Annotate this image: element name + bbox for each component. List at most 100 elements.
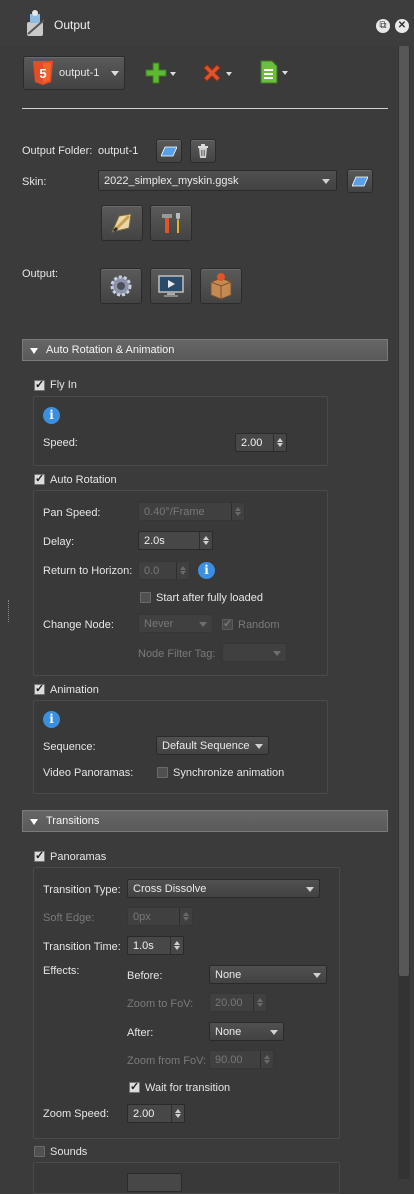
- tools-icon: [162, 213, 180, 233]
- zoom-to-fov-spinbox[interactable]: 20.00: [209, 993, 267, 1012]
- spin-up-icon[interactable]: [175, 1109, 181, 1113]
- after-effect-select[interactable]: None: [209, 1022, 284, 1041]
- soft-edge-value: 0px: [133, 911, 151, 923]
- change-node-select[interactable]: Never: [138, 614, 213, 633]
- start-after-loaded-checkbox[interactable]: [140, 592, 151, 603]
- trash-icon: [198, 144, 208, 158]
- zoom-to-fov-value: 20.00: [215, 997, 243, 1009]
- spin-up-icon[interactable]: [180, 566, 186, 570]
- pan-speed-value: 0.40°/Frame: [144, 506, 205, 518]
- spin-up-icon[interactable]: [174, 941, 180, 945]
- info-icon[interactable]: i: [43, 711, 60, 728]
- splitter-handle[interactable]: [8, 600, 11, 622]
- output-select-button[interactable]: 5 output-1: [23, 56, 125, 90]
- spin-down-icon[interactable]: [175, 1114, 181, 1118]
- sounds-spinbox[interactable]: [127, 1173, 182, 1192]
- return-to-horizon-spinbox[interactable]: 0.0: [138, 561, 190, 580]
- spin-divider: [260, 1051, 261, 1068]
- delay-value: 2.0s: [144, 535, 165, 547]
- sounds-checkbox[interactable]: [34, 1146, 45, 1157]
- package-button[interactable]: [200, 268, 242, 304]
- sequence-select[interactable]: Default Sequence: [156, 736, 269, 755]
- fly-in-speed-value: 2.00: [241, 437, 263, 449]
- green-document-icon: [260, 60, 278, 84]
- auto-rotation-label: Auto Rotation: [50, 474, 117, 486]
- spin-down-icon[interactable]: [257, 1003, 263, 1007]
- sequence-value: Default Sequence: [162, 740, 250, 752]
- info-icon[interactable]: i: [198, 562, 215, 579]
- delete-folder-button[interactable]: [190, 139, 216, 163]
- transition-time-value: 1.0s: [133, 940, 154, 952]
- add-output-button[interactable]: [143, 60, 177, 86]
- spin-down-icon[interactable]: [203, 541, 209, 545]
- before-effect-value: None: [215, 969, 242, 981]
- spin-down-icon[interactable]: [183, 917, 189, 921]
- document-menu-button[interactable]: [257, 58, 291, 86]
- info-icon[interactable]: i: [43, 407, 60, 424]
- spin-up-icon[interactable]: [235, 507, 241, 511]
- zoom-speed-label: Zoom Speed:: [43, 1108, 110, 1120]
- skin-select[interactable]: 2022_simplex_myskin.ggsk: [98, 170, 337, 191]
- folder-icon: [352, 176, 368, 187]
- spin-up-icon[interactable]: [277, 438, 283, 442]
- spin-up-icon[interactable]: [257, 998, 263, 1002]
- scrollbar-thumb[interactable]: [399, 46, 409, 976]
- soft-edge-spinbox[interactable]: 0px: [127, 907, 193, 926]
- section-title: Transitions: [46, 815, 100, 827]
- auto-rotation-checkbox[interactable]: [34, 472, 45, 485]
- spin-up-icon[interactable]: [264, 1055, 270, 1059]
- fly-in-speed-label: Speed:: [43, 437, 78, 449]
- float-window-icon[interactable]: ⧉: [376, 19, 390, 33]
- random-checkbox[interactable]: [222, 617, 233, 630]
- zoom-from-fov-spinbox[interactable]: 90.00: [209, 1050, 274, 1069]
- node-filter-tag-label: Node Filter Tag:: [138, 648, 216, 660]
- package-icon: [210, 273, 232, 300]
- panoramas-checkbox[interactable]: [34, 849, 45, 862]
- chevron-down-icon: [226, 72, 232, 76]
- close-window-icon[interactable]: ✕: [395, 19, 409, 33]
- animation-checkbox[interactable]: [34, 682, 45, 695]
- zoom-from-fov-value: 90.00: [215, 1054, 243, 1066]
- transition-type-select[interactable]: Cross Dissolve: [127, 879, 320, 898]
- preview-button[interactable]: [150, 268, 192, 304]
- node-filter-tag-select[interactable]: [222, 643, 287, 662]
- pan-speed-label: Pan Speed:: [43, 507, 101, 519]
- browse-folder-button[interactable]: [156, 139, 182, 163]
- spin-up-icon[interactable]: [203, 536, 209, 540]
- fly-in-checkbox[interactable]: [34, 378, 45, 391]
- skin-tools-button[interactable]: [150, 205, 192, 241]
- output-settings-button[interactable]: [100, 268, 142, 304]
- spin-down-icon[interactable]: [235, 512, 241, 516]
- browse-skin-button[interactable]: [347, 169, 373, 193]
- spin-divider: [179, 908, 180, 925]
- return-to-horizon-value: 0.0: [144, 565, 160, 577]
- html5-icon: 5: [33, 61, 53, 85]
- skin-editor-icon: [111, 213, 132, 233]
- collapse-triangle-icon: [30, 348, 38, 354]
- before-effect-select[interactable]: None: [209, 965, 327, 984]
- synchronize-animation-label: Synchronize animation: [173, 767, 285, 779]
- auto-rotation-section-header[interactable]: Auto Rotation & Animation: [22, 339, 388, 361]
- skin-editor-button[interactable]: [101, 205, 143, 241]
- transition-time-spinbox[interactable]: 1.0s: [127, 936, 184, 955]
- transition-type-label: Transition Type:: [43, 884, 121, 896]
- spin-down-icon[interactable]: [174, 946, 180, 950]
- before-label: Before:: [127, 970, 163, 982]
- chevron-down-icon: [270, 1030, 278, 1035]
- spin-down-icon[interactable]: [180, 571, 186, 575]
- section-title: Auto Rotation & Animation: [46, 344, 175, 356]
- delay-label: Delay:: [43, 536, 75, 548]
- remove-output-button[interactable]: [199, 60, 233, 86]
- wait-for-transition-checkbox[interactable]: [129, 1080, 140, 1093]
- fly-in-label: Fly In: [50, 379, 77, 391]
- transitions-section-header[interactable]: Transitions: [22, 810, 388, 832]
- spin-down-icon[interactable]: [264, 1060, 270, 1064]
- fly-in-speed-spinbox[interactable]: 2.00: [235, 433, 287, 452]
- synchronize-animation-checkbox[interactable]: [157, 767, 168, 778]
- spin-up-icon[interactable]: [183, 912, 189, 916]
- output-label: Output:: [22, 268, 59, 280]
- pan-speed-spinbox[interactable]: 0.40°/Frame: [138, 502, 245, 521]
- delay-spinbox[interactable]: 2.0s: [138, 531, 213, 550]
- zoom-speed-spinbox[interactable]: 2.00: [127, 1104, 185, 1123]
- spin-down-icon[interactable]: [277, 443, 283, 447]
